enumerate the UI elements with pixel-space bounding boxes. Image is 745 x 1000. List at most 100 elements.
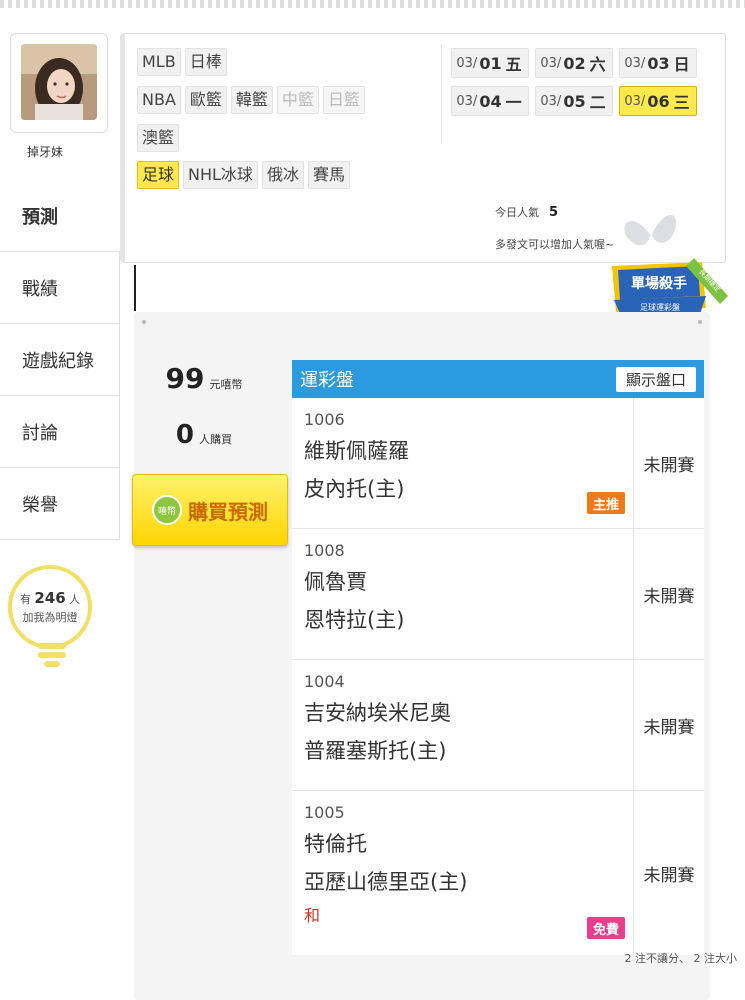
away-team: 維斯佩薩羅 <box>304 439 409 463</box>
sport-row-4: 足球 NHL冰球 俄冰 賽馬 <box>137 161 350 189</box>
popularity: 今日人氣 5 <box>495 204 558 220</box>
game-info: 1005 特倫托 亞歷山德里亞(主) 和 免費 <box>292 791 634 955</box>
date-picker: 03/01 五 03/02 六 03/03 日 03/04 一 03/05 二 03/06… <box>451 48 701 116</box>
sport-tag-nba[interactable]: NBA <box>137 86 181 114</box>
game-status: 未開賽 <box>643 455 695 476</box>
price: 99 元嘻幣 <box>134 362 274 395</box>
game-status: 未開賽 <box>643 865 695 886</box>
side-item-label: 戰績 <box>22 278 58 300</box>
buy-button-label: 購買預測 <box>188 499 268 524</box>
home-team: 皮內托(主) <box>304 477 405 501</box>
sport-tag-australia-basketball[interactable]: 澳籃 <box>137 124 180 152</box>
sport-tag-russia-hockey[interactable]: 俄冰 <box>261 161 304 189</box>
table-row: 1005 特倫托 亞歷山德里亞(主) 和 免費 未開賽 <box>292 791 704 955</box>
home-team: 恩特拉(主) <box>304 608 405 632</box>
date-chip[interactable]: 03/03 日 <box>619 48 697 78</box>
avatar[interactable] <box>21 44 97 120</box>
game-number: 1006 <box>304 410 345 429</box>
sport-tag-euro-basketball[interactable]: 歐籃 <box>184 86 227 114</box>
game-info: 1008 佩魯賈 恩特拉(主) <box>292 529 634 659</box>
away-team: 佩魯賈 <box>304 570 367 594</box>
table-header: 運彩盤 顯示盤口 <box>292 360 704 398</box>
popularity-label: 今日人氣 <box>495 206 539 219</box>
game-status: 未開賽 <box>643 717 695 738</box>
game-number: 1004 <box>304 672 345 691</box>
table-row: 1008 佩魯賈 恩特拉(主) 未開賽 <box>292 529 704 660</box>
profile-card[interactable] <box>10 33 108 133</box>
show-odds-button[interactable]: 顯示盤口 <box>615 366 696 392</box>
sport-tag-japan-basketball: 日籃 <box>322 86 365 114</box>
popularity-value: 5 <box>549 205 559 220</box>
date-chip[interactable]: 03/05 二 <box>535 86 613 116</box>
divider <box>134 265 136 311</box>
side-item-game-history[interactable]: 遊戲紀錄 <box>0 324 120 396</box>
free-tag: 免費 <box>587 917 625 939</box>
sport-tag-npb[interactable]: 日棒 <box>184 48 227 76</box>
sport-tag-china-basketball: 中籃 <box>276 86 319 114</box>
coin-icon: 嘻幣 <box>152 495 182 525</box>
butterfly-icon <box>624 214 677 246</box>
game-number: 1008 <box>304 541 345 560</box>
date-chip-selected[interactable]: 03/06 三 <box>619 86 697 116</box>
sport-row-1: MLB 日棒 <box>137 48 227 76</box>
sport-tag-korea-basketball[interactable]: 韓籃 <box>230 86 273 114</box>
table-row: 1006 維斯佩薩羅 皮內托(主) 主推 未開賽 <box>292 398 704 529</box>
fans-unit: 人 <box>69 593 81 606</box>
fans-count: 246 <box>34 589 66 607</box>
buyers-unit: 人購買 <box>199 433 233 446</box>
away-team: 吉安納埃米尼奧 <box>304 701 451 725</box>
side-item-predict[interactable]: 預測 <box>0 180 135 252</box>
game-info: 1006 維斯佩薩羅 皮內托(主) 主推 <box>292 398 634 528</box>
date-chip[interactable]: 03/01 五 <box>451 48 529 78</box>
side-item-label: 討論 <box>22 422 58 444</box>
side-item-discussion[interactable]: 討論 <box>0 396 120 468</box>
divider <box>441 44 442 144</box>
side-item-honors[interactable]: 榮譽 <box>0 468 120 540</box>
follow-lightbulb[interactable]: 有 246 人 加我為明燈 <box>8 565 92 675</box>
date-chip[interactable]: 03/02 六 <box>535 48 613 78</box>
game-info: 1004 吉安納埃米尼奧 普羅塞斯托(主) <box>292 660 634 790</box>
sport-row-3: 澳籃 <box>137 124 180 152</box>
side-item-record[interactable]: 戰績 <box>0 252 120 324</box>
badge-subtitle: 足球運彩盤 <box>640 302 680 312</box>
price-value: 99 <box>165 362 205 395</box>
side-item-label: 遊戲紀錄 <box>22 350 94 372</box>
filter-panel: MLB 日棒 NBA 歐籃 韓籃 中籃 日籃 澳籃 足球 NHL冰球 俄冰 賽馬… <box>120 33 726 263</box>
home-team: 亞歷山德里亞(主) <box>304 870 468 894</box>
corner-dot <box>698 320 702 324</box>
prediction-panel: 99 元嘻幣 0 人購買 嘻幣 購買預測 運彩盤 顯示盤口 1006 維斯佩薩羅… <box>132 312 710 1000</box>
recommended-tag: 主推 <box>587 492 625 514</box>
fans-caption: 加我為明燈 <box>22 611 78 624</box>
fans-count-line: 有 246 人 <box>12 589 88 607</box>
lightbulb-base <box>38 643 66 671</box>
table-title: 運彩盤 <box>300 370 354 391</box>
pick-result: 和 <box>304 906 321 925</box>
sport-tag-horse-racing[interactable]: 賽馬 <box>307 161 350 189</box>
home-team: 普羅塞斯托(主) <box>304 739 447 763</box>
buyers-value: 0 <box>175 420 194 450</box>
game-status: 未開賽 <box>643 586 695 607</box>
username[interactable]: 掉牙妹 <box>0 143 90 160</box>
away-team: 特倫托 <box>304 832 367 856</box>
fans-prefix: 有 <box>19 593 31 606</box>
badge-title: 單場殺手 <box>631 275 687 292</box>
buy-prediction-button[interactable]: 嘻幣 購買預測 <box>132 474 288 546</box>
sport-tag-soccer[interactable]: 足球 <box>137 161 180 189</box>
side-item-label: 預測 <box>22 206 58 228</box>
sport-tag-nhl[interactable]: NHL冰球 <box>183 161 258 189</box>
bet-summary: 2 注不讓分、 2 注大小 <box>624 952 738 965</box>
buyers: 0 人購買 <box>134 420 274 450</box>
sidebar: 掉牙妹 預測 戰績 遊戲紀錄 討論 榮譽 有 246 人 加我為明燈 <box>0 0 135 1000</box>
page: 掉牙妹 預測 戰績 遊戲紀錄 討論 榮譽 有 246 人 加我為明燈 MLB 日… <box>0 0 745 1000</box>
date-chip[interactable]: 03/04 一 <box>451 86 529 116</box>
table-row: 1004 吉安納埃米尼奧 普羅塞斯托(主) 未開賽 <box>292 660 704 791</box>
sport-tag-mlb[interactable]: MLB <box>137 48 181 76</box>
price-unit: 元嘻幣 <box>209 378 243 391</box>
avatar-image <box>21 44 97 120</box>
side-item-label: 榮譽 <box>22 494 58 516</box>
lightbulb-icon: 有 246 人 加我為明燈 <box>8 565 92 649</box>
popularity-hint: 多發文可以增加人氣喔~ <box>495 238 615 251</box>
game-number: 1005 <box>304 803 345 822</box>
sport-row-2: NBA 歐籃 韓籃 中籃 日籃 <box>137 86 365 114</box>
corner-dot <box>142 320 146 324</box>
